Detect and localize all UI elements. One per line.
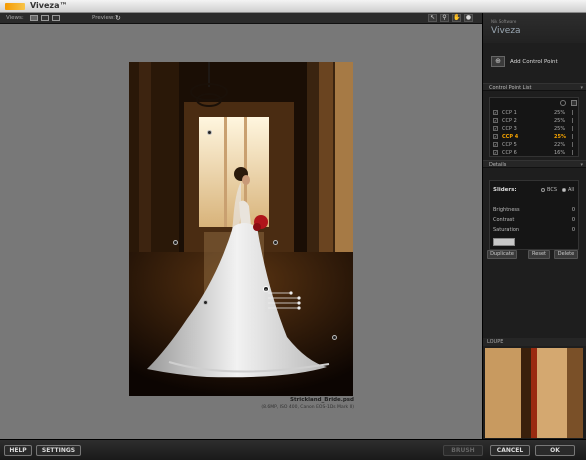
help-button[interactable]: HELP <box>4 445 32 456</box>
control-point-percent: 22% <box>554 142 566 148</box>
zoom-icon[interactable]: ⚲ <box>440 14 449 22</box>
ok-button[interactable]: OK <box>535 445 575 456</box>
settings-button[interactable]: SETTINGS <box>36 445 81 456</box>
loupe-header[interactable]: LOUPE <box>483 338 586 346</box>
control-point[interactable] <box>173 240 178 245</box>
brush-button[interactable]: BRUSH <box>443 445 483 456</box>
slider-name: Contrast <box>493 217 515 223</box>
details-title: Details <box>489 162 507 168</box>
bride-photo-image <box>129 62 353 396</box>
control-point-mask-icon[interactable] <box>572 110 575 115</box>
bride-photo[interactable] <box>129 62 353 396</box>
control-point-row[interactable]: ✓ CCP 5 22% <box>491 141 577 149</box>
panel-header: Nik Software Viveza <box>483 13 586 43</box>
add-control-point-icon[interactable]: ⊕ <box>491 56 505 67</box>
bcs-radio[interactable] <box>541 188 545 192</box>
control-point-list: ✓ CCP 1 25% ✓ CCP 2 25% ✓ CCP 3 25% ✓ CCP 4 25% ✓ CCP… <box>489 97 579 157</box>
all-label: All <box>568 187 575 193</box>
control-point-name: CCP 1 <box>502 110 517 116</box>
slider-name: Saturation <box>493 227 520 233</box>
right-panel: Nik Software Viveza ⊕ Add Control Point … <box>482 13 586 439</box>
slider-value[interactable]: 0 <box>572 227 575 233</box>
vendor-label: Nik Software <box>491 19 517 24</box>
slider-name: Brightness <box>493 207 520 213</box>
cancel-button[interactable]: CANCEL <box>490 445 530 456</box>
control-point-list-title: Control Point List <box>489 85 532 91</box>
duplicate-button[interactable]: Duplicate <box>487 250 517 259</box>
photo-info: (8.6MP, ISO 400, Canon EOS-1Ds Mark II) <box>261 405 354 410</box>
control-point[interactable] <box>332 335 337 340</box>
hand-icon[interactable]: ✋ <box>452 14 461 22</box>
group-square-icon[interactable] <box>571 100 577 106</box>
color-picker-swatch[interactable] <box>493 238 515 246</box>
background-color-icon[interactable]: ● <box>464 14 473 22</box>
slider-value[interactable]: 0 <box>572 207 575 213</box>
details-panel: Sliders: BCS All Brightness 0 Contrast 0 Sat… <box>489 180 579 250</box>
control-point-mask-icon[interactable] <box>572 150 575 155</box>
control-point-mask-icon[interactable] <box>572 126 575 131</box>
photo-filename: Strickland_Bride.psd <box>290 397 354 403</box>
toolbar: Views: Preview: ↻ ↖ ⚲ ✋ ● <box>0 13 482 24</box>
control-point-percent: 16% <box>554 150 566 156</box>
control-point-name: CCP 4 <box>502 134 519 140</box>
control-point-percent: 25% <box>554 110 566 116</box>
group-circle-icon[interactable] <box>560 100 566 106</box>
split-view-icon[interactable] <box>41 15 49 21</box>
control-point-row[interactable]: ✓ CCP 2 25% <box>491 117 577 125</box>
visibility-checkbox[interactable]: ✓ <box>493 110 498 115</box>
loupe-preview <box>485 348 583 438</box>
selected-control-point-sliders[interactable] <box>263 286 303 316</box>
control-point-name: CCP 3 <box>502 126 517 132</box>
bcs-label: BCS <box>547 187 558 193</box>
sliders-label: Sliders: <box>493 187 517 193</box>
control-point[interactable] <box>203 300 208 305</box>
arrow-tool-icon[interactable]: ↖ <box>428 14 437 22</box>
control-point-row[interactable]: ✓ CCP 4 25% <box>491 133 577 141</box>
collapse-icon[interactable]: ▾ <box>580 85 583 91</box>
bottom-bar: HELP SETTINGS BRUSH CANCEL OK <box>0 439 586 460</box>
views-label: Views: <box>6 15 24 21</box>
control-point-name: CCP 2 <box>502 118 517 124</box>
visibility-checkbox[interactable]: ✓ <box>493 126 498 131</box>
control-point-percent: 25% <box>554 118 566 124</box>
reset-button[interactable]: Reset <box>528 250 550 259</box>
side-by-side-view-icon[interactable] <box>52 15 60 21</box>
delete-button[interactable]: Delete <box>554 250 578 259</box>
collapse-icon[interactable]: ▾ <box>580 162 583 168</box>
control-point-mask-icon[interactable] <box>572 134 575 139</box>
control-point[interactable] <box>273 240 278 245</box>
control-point[interactable] <box>207 130 212 135</box>
control-point-list-header[interactable]: Control Point List ▾ <box>483 83 586 91</box>
control-point-row[interactable]: ✓ CCP 1 25% <box>491 109 577 117</box>
title-bar: Viveza™ <box>0 0 586 13</box>
control-point-name: CCP 6 <box>502 150 517 156</box>
app-title: Viveza™ <box>30 1 68 10</box>
loupe-label: LOUPE <box>487 339 504 345</box>
single-view-icon[interactable] <box>30 15 38 21</box>
panel-title: Viveza <box>491 26 521 36</box>
preview-toggle-icon[interactable]: ↻ <box>115 14 121 22</box>
control-point-name: CCP 5 <box>502 142 517 148</box>
visibility-checkbox[interactable]: ✓ <box>493 150 498 155</box>
control-point-percent: 25% <box>554 126 566 132</box>
visibility-checkbox[interactable]: ✓ <box>493 118 498 123</box>
control-point-row[interactable]: ✓ CCP 6 16% <box>491 149 577 157</box>
control-point-row[interactable]: ✓ CCP 3 25% <box>491 125 577 133</box>
details-header[interactable]: Details ▾ <box>483 160 586 168</box>
preview-label: Preview: <box>92 15 115 21</box>
control-point-mask-icon[interactable] <box>572 142 575 147</box>
control-point-percent: 25% <box>554 134 566 140</box>
visibility-checkbox[interactable]: ✓ <box>493 142 498 147</box>
all-radio[interactable] <box>562 188 566 192</box>
nik-logo <box>5 3 25 10</box>
add-control-point-label[interactable]: Add Control Point <box>510 59 558 65</box>
slider-value[interactable]: 0 <box>572 217 575 223</box>
control-point-mask-icon[interactable] <box>572 118 575 123</box>
visibility-checkbox[interactable]: ✓ <box>493 134 498 139</box>
